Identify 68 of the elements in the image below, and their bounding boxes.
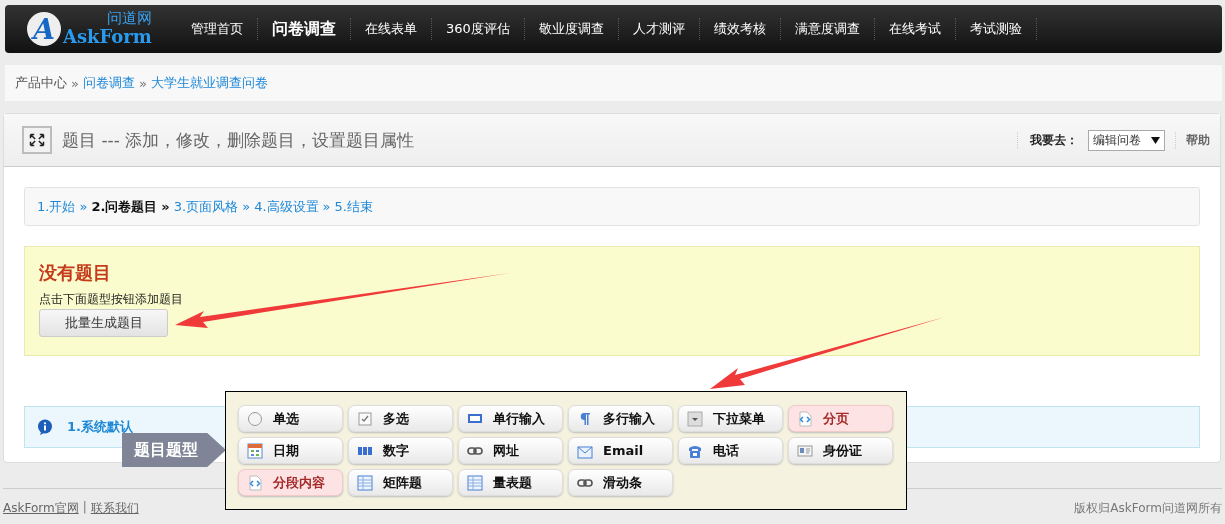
- question-type-button[interactable]: 单选: [238, 405, 343, 432]
- nav-item[interactable]: 考试测验: [955, 18, 1037, 40]
- footer-link[interactable]: 联系我们: [90, 500, 139, 517]
- radio-icon: [247, 410, 263, 427]
- nav-item[interactable]: 问卷调查: [258, 18, 351, 40]
- step-link[interactable]: 3.页面风格: [173, 197, 239, 216]
- question-type-button[interactable]: 多选: [348, 405, 453, 432]
- step-separator: »: [79, 199, 88, 214]
- nav-item[interactable]: 绩效考核: [699, 18, 781, 40]
- step-separator: »: [322, 199, 331, 214]
- notice-title: 没有题目: [39, 261, 112, 285]
- goto-dropdown[interactable]: 编辑问卷: [1088, 129, 1165, 151]
- document-code-icon: [797, 410, 813, 427]
- footer-separator: |: [82, 500, 87, 516]
- nav-item[interactable]: 在线考试: [874, 18, 956, 40]
- nav-item[interactable]: 人才测评: [618, 18, 700, 40]
- breadcrumb-separator: »: [138, 75, 147, 91]
- nav-item[interactable]: 管理首页: [177, 18, 258, 40]
- goto-label: 我要去：: [1017, 131, 1078, 149]
- caret-icon: [1151, 136, 1160, 144]
- step-link[interactable]: 1.开始: [37, 197, 76, 216]
- question-type-button[interactable]: 日期: [238, 437, 343, 464]
- step-separator: »: [161, 199, 170, 214]
- step-link[interactable]: 5.结束: [334, 197, 373, 216]
- breadcrumb-link[interactable]: 问卷调查: [82, 74, 135, 92]
- question-type-button[interactable]: 下拉菜单: [678, 405, 783, 432]
- document-code-icon: [247, 474, 263, 491]
- checkbox-icon: [357, 410, 373, 427]
- question-type-button[interactable]: 分页: [788, 405, 893, 432]
- copyright-text: 版权归AskForm问道网所有: [1074, 500, 1222, 517]
- question-type-button[interactable]: 单行输入: [458, 405, 563, 432]
- table-icon: [467, 474, 483, 491]
- id-card-icon: [797, 442, 813, 459]
- question-type-button[interactable]: 数字: [348, 437, 453, 464]
- step-separator: »: [242, 199, 251, 214]
- question-type-button[interactable]: Email: [568, 437, 673, 464]
- expand-icon[interactable]: [22, 126, 52, 154]
- info-text: 1.系统默认: [67, 418, 133, 436]
- question-type-button[interactable]: 多行输入: [568, 405, 673, 432]
- step-link[interactable]: 4.高级设置: [254, 197, 319, 216]
- batch-generate-button[interactable]: 批量生成题目: [39, 309, 168, 337]
- notice-text: 点击下面题型按钮添加题目: [39, 291, 184, 308]
- breadcrumb-item[interactable]: 产品中心: [15, 74, 67, 92]
- question-type-button[interactable]: 矩阵题: [348, 469, 453, 496]
- nav-item[interactable]: 360度评估: [432, 18, 525, 40]
- question-type-button[interactable]: 电话: [678, 437, 783, 464]
- nav-item[interactable]: 敬业度调查: [524, 18, 619, 40]
- breadcrumb-separator: »: [71, 75, 79, 91]
- logo-text[interactable]: 问道网: [106, 11, 152, 26]
- table-icon: [357, 474, 373, 491]
- info-icon: [37, 419, 53, 435]
- calendar-icon: [247, 442, 263, 459]
- footer-link[interactable]: AskForm官网: [3, 500, 79, 517]
- help-link[interactable]: 帮助: [1175, 131, 1210, 149]
- question-types-label: 题目题型: [122, 433, 226, 467]
- step-link[interactable]: 2.问卷题目: [91, 197, 158, 216]
- nav-item[interactable]: 满意度调查: [780, 18, 875, 40]
- nav-item[interactable]: 在线表单: [351, 18, 432, 40]
- panel-title: 题目 --- 添加，修改，删除题目，设置题目属性: [62, 128, 416, 152]
- question-type-button[interactable]: 网址: [458, 437, 563, 464]
- question-type-button[interactable]: 滑动条: [568, 469, 673, 496]
- logo-icon[interactable]: A: [27, 12, 61, 46]
- dropdown-icon: [687, 410, 703, 427]
- breadcrumb-link[interactable]: 大学生就业调查问卷: [150, 74, 268, 92]
- logo-text[interactable]: AskForm: [63, 26, 152, 47]
- question-type-button[interactable]: 分段内容: [238, 469, 343, 496]
- question-type-button[interactable]: 身份证: [788, 437, 893, 464]
- question-type-button[interactable]: 量表题: [458, 469, 563, 496]
